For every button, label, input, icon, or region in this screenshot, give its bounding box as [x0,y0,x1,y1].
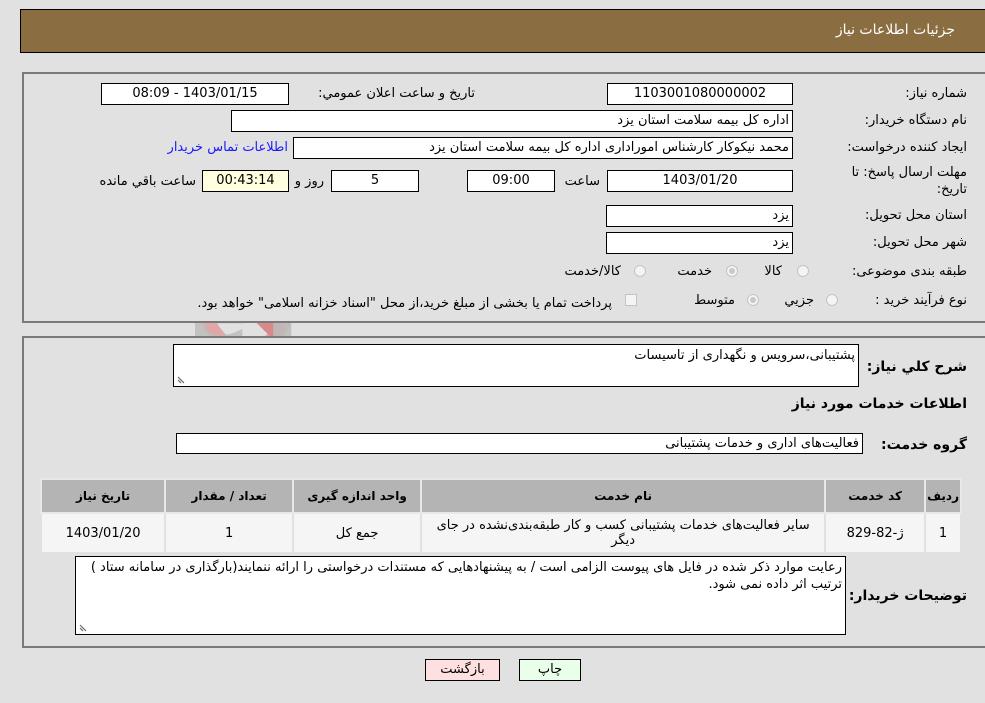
creator-field: محمد نیکوکار کارشناس امورادارى اداره کل … [293,137,793,159]
page-title: جزئیات اطلاعات نیاز [835,22,955,38]
deadline-time-label: ساعت [564,174,600,189]
deadline-time-field: 09:00 [467,170,555,192]
treasury-checkbox[interactable] [625,294,637,306]
buyer-org-label: نام دستگاه خریدار: [864,113,967,128]
buyer-notes-text: رعایت موارد ذکر شده در فایل های پیوست ال… [90,560,842,592]
category-goods-service-radio[interactable] [634,265,646,277]
buyer-contact-link[interactable]: اطلاعات تماس خریدار [168,140,288,155]
treasury-note: پرداخت تمام یا بخشی از مبلغ خرید،از محل … [197,296,612,311]
page-header: جزئیات اطلاعات نیاز [20,9,985,53]
announce-label: تاریخ و ساعت اعلان عمومي: [318,86,475,101]
remaining-time-field: 00:43:14 [202,170,289,192]
days-remaining-field: 5 [331,170,419,192]
days-label: روز و [294,174,324,189]
back-button[interactable]: بازگشت [425,659,500,681]
category-goods-radio[interactable] [797,265,809,277]
need-number-label: شماره نیاز: [905,86,967,101]
cell-row-number: 1 [924,512,962,554]
resize-grip-icon[interactable] [79,622,89,632]
resize-grip-icon[interactable] [177,374,187,384]
col-service-name: نام خدمت [420,478,827,514]
table-row: 1 ژ-82-829 سایر فعالیت‌های خدمات پشتیبان… [39,512,962,554]
category-service-label: خدمت [677,264,712,279]
city-field: یزد [606,232,793,254]
cell-unit: جمع کل [292,512,423,554]
city-label: شهر محل تحویل: [872,235,967,250]
table-header-row: ردیف کد خدمت نام خدمت واحد اندازه گیری ت… [39,478,962,514]
process-type-label: نوع فرآیند خرید : [875,293,967,308]
need-number-field: 1103001080000002 [607,83,793,105]
process-minor-radio[interactable] [826,294,838,306]
service-group-field: فعالیت‌های اداری و خدمات پشتیبانی [176,433,863,454]
buyer-org-field: اداره کل بیمه سلامت استان یزد [231,110,793,132]
buyer-notes-label: توضیحات خریدار: [848,588,967,604]
col-unit: واحد اندازه گیری [292,478,423,514]
remaining-time-label: ساعت باقي مانده [99,174,196,189]
col-quantity: تعداد / مقدار [164,478,295,514]
print-button[interactable]: چاپ [519,659,581,681]
category-goods-service-label: کالا/خدمت [564,264,621,279]
service-group-label: گروه خدمت: [881,437,967,453]
cell-quantity: 1 [164,512,295,554]
process-medium-label: متوسط [694,293,735,308]
province-field: یزد [606,205,793,227]
summary-text: پشتیبانی،سرویس و نگهداری از تاسیسات [634,348,855,363]
category-label: طبقه بندی موضوعی: [851,264,967,279]
category-goods-label: کالا [764,264,782,279]
deadline-label: مهلت ارسال پاسخ: تا [851,165,967,180]
services-table: ردیف کد خدمت نام خدمت واحد اندازه گیری ت… [39,478,962,554]
cell-need-date: 1403/01/20 [39,512,167,554]
summary-label: شرح كلي نياز: [866,359,967,375]
deadline-date-field: 1403/01/20 [607,170,793,192]
col-need-date: تاریخ نیاز [39,478,167,514]
buyer-notes-textarea[interactable]: رعایت موارد ذکر شده در فایل های پیوست ال… [75,556,846,635]
cell-service-code: ژ-82-829 [824,512,927,554]
summary-textarea[interactable]: پشتیبانی،سرویس و نگهداری از تاسیسات [173,344,859,387]
process-minor-label: جزيي [784,293,814,308]
announce-date-field: 1403/01/15 - 08:09 [101,83,289,105]
creator-label: ایجاد کننده درخواست: [847,140,967,155]
col-service-code: کد خدمت [824,478,927,514]
services-heading: اطلاعات خدمات مورد نياز [791,396,967,412]
col-row-number: ردیف [924,478,962,514]
process-medium-radio[interactable] [747,294,759,306]
deadline-label-2: تاریخ: [936,182,967,197]
cell-service-name: سایر فعالیت‌های خدمات پشتیبانی کسب و کار… [420,512,827,554]
category-service-radio[interactable] [726,265,738,277]
province-label: استان محل تحویل: [865,208,967,223]
